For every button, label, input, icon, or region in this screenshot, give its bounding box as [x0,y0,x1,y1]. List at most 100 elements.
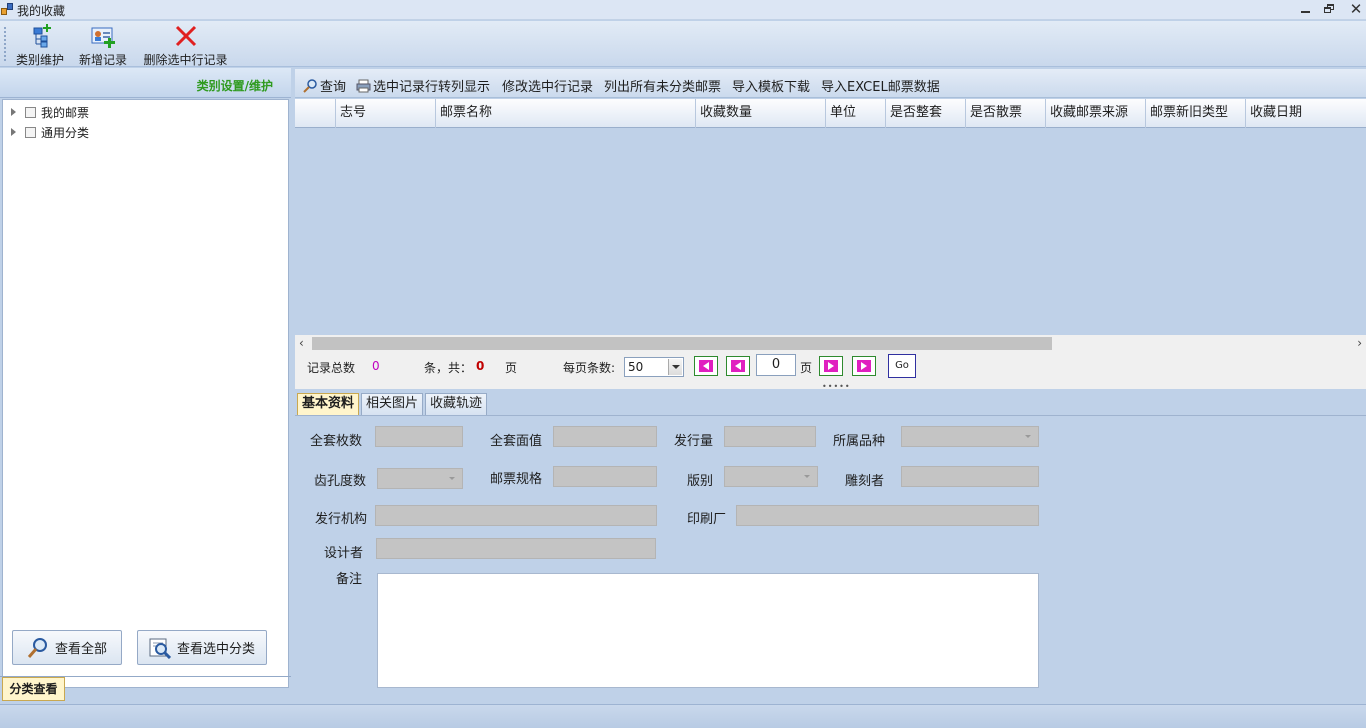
prev-page-button[interactable] [726,356,750,376]
delete-selected-button[interactable]: 删除选中行记录 [139,24,232,67]
edition-select[interactable] [724,466,818,487]
column-header[interactable]: 单位 [826,99,886,128]
category-maintain-label: 类别维护 [15,53,64,67]
page-number-input[interactable]: 0 [756,354,796,376]
download-template-button[interactable]: 导入模板下载 [732,76,810,95]
tree-checkbox[interactable] [25,106,36,118]
tree-add-icon [28,24,52,48]
tab-related-images[interactable]: 相关图片 [361,393,424,415]
delete-selected-label: 删除选中行记录 [143,53,228,67]
expand-arrow-icon[interactable] [11,128,16,136]
scroll-left-icon[interactable]: ‹ [299,336,304,350]
expand-arrow-icon[interactable] [11,108,16,116]
column-header[interactable]: 是否整套 [886,99,966,128]
tab-collection-history[interactable]: 收藏轨迹 [425,393,488,415]
perforation-select[interactable] [377,468,463,489]
view-all-button[interactable]: 查看全部 [12,630,122,665]
column-header[interactable]: 邮票名称 [436,99,696,128]
scroll-thumb[interactable] [312,337,1052,350]
issue-qty-field[interactable] [724,426,816,447]
transpose-button[interactable]: 选中记录行转列显示 [356,76,490,95]
spec-field[interactable] [553,466,657,487]
designer-label: 设计者 [324,546,364,561]
designer-field[interactable] [376,538,656,559]
issuer-field[interactable] [375,505,657,526]
first-page-button[interactable] [694,356,718,376]
restore-button[interactable] [1321,1,1339,17]
category-label: 所属品种 [833,434,886,449]
set-value-field[interactable] [553,426,657,447]
add-record-label: 新增记录 [78,53,127,67]
per-page-value: 50 [628,360,644,374]
query-label: 查询 [320,80,347,95]
category-maintain-button[interactable]: 类别维护 [13,24,67,67]
column-header[interactable]: 收藏邮票来源 [1046,99,1146,128]
prev-page-icon [731,360,745,372]
tree-checkbox[interactable] [25,126,36,138]
engraver-label: 雕刻者 [845,474,885,489]
next-page-button[interactable] [819,356,843,376]
tab-category-view[interactable]: 分类查看 [2,677,65,701]
close-button[interactable]: ✕ [1347,1,1365,17]
main-toolbar: 类别维护 新增记录 删除选中行记录 [0,21,1366,67]
title-bar: 我的收藏 ✕ [0,0,1366,20]
add-record-button[interactable]: 新增记录 [76,24,130,67]
tree-node-label: 通用分类 [41,125,90,140]
magnifier-icon [27,637,49,659]
window-title: 我的收藏 [17,4,66,18]
page-unit: 页 [505,361,518,375]
app-icon [1,3,14,16]
column-header[interactable]: 收藏日期 [1246,99,1366,128]
pager: 记录总数 0 条，共： 0 页 每页条数: 50 0 页 Go [295,352,1366,383]
edit-selected-label: 修改选中行记录 [502,80,594,95]
column-header[interactable]: 是否散票 [966,99,1046,128]
stamp-grid[interactable]: 志号 邮票名称 收藏数量 单位 是否整套 是否散票 收藏邮票来源 邮票新旧类型 … [295,99,1366,335]
go-button[interactable]: Go [888,354,916,378]
detail-tabs: 基本资料 相关图片 收藏轨迹 [297,393,489,415]
tree-node-my-stamps[interactable]: 我的邮票 [11,103,89,121]
per-page-label: 每页条数: [563,361,616,375]
set-count-label: 全套枚数 [310,434,363,449]
column-header[interactable]: 邮票新旧类型 [1146,99,1246,128]
row-header-column[interactable] [295,99,336,128]
last-page-button[interactable] [852,356,876,376]
view-selected-button[interactable]: 查看选中分类 [137,630,267,665]
category-panel-title: 类别设置/维护 [196,79,273,93]
tree-node-general[interactable]: 通用分类 [11,123,89,141]
minimize-button[interactable] [1297,1,1315,17]
column-header[interactable]: 收藏数量 [696,99,826,128]
grid-header: 志号 邮票名称 收藏数量 单位 是否整套 是否散票 收藏邮票来源 邮票新旧类型 … [295,99,1366,128]
edition-label: 版别 [687,474,714,489]
chevron-down-icon[interactable] [668,359,682,375]
list-unclassified-button[interactable]: 列出所有未分类邮票 [604,76,721,95]
horizontal-scrollbar[interactable]: ‹ › [295,335,1366,352]
category-select[interactable] [901,426,1039,447]
import-excel-button[interactable]: 导入EXCEL邮票数据 [821,76,940,95]
next-page-icon [824,360,838,372]
engraver-field[interactable] [901,466,1039,487]
printer-icon [356,79,371,93]
basic-info-form: 全套枚数 全套面值 发行量 所属品种 齿孔度数 邮票规格 版别 雕刻者 发行机构… [295,415,1366,704]
search-document-icon [149,637,172,659]
edit-selected-button[interactable]: 修改选中行记录 [502,76,593,95]
query-button[interactable]: 查询 [303,76,346,95]
issuer-label: 发行机构 [315,512,368,527]
column-header[interactable]: 志号 [336,99,436,128]
set-count-field[interactable] [375,426,463,447]
detail-panel: 基本资料 相关图片 收藏轨迹 全套枚数 全套面值 发行量 所属品种 齿孔度数 邮… [295,389,1366,704]
total-label: 记录总数 [307,361,356,375]
scroll-right-icon[interactable]: › [1357,336,1362,350]
remark-textarea[interactable] [377,573,1039,688]
category-panel-header: 类别设置/维护 [0,68,291,98]
delete-x-icon [174,24,198,48]
view-selected-label: 查看选中分类 [176,642,255,657]
per-page-select[interactable]: 50 [624,357,684,377]
issue-qty-label: 发行量 [674,434,714,449]
tab-basic-info[interactable]: 基本资料 [297,393,360,415]
pages-label: 条，共： [424,361,473,375]
printer-field[interactable] [736,505,1039,526]
category-tree[interactable]: 我的邮票 通用分类 [2,99,289,688]
download-template-label: 导入模板下载 [732,80,811,95]
current-page-unit: 页 [800,361,813,375]
category-panel: 类别设置/维护 我的邮票 通用分类 查看全部 查看选中分类 分类查看 [0,68,291,704]
